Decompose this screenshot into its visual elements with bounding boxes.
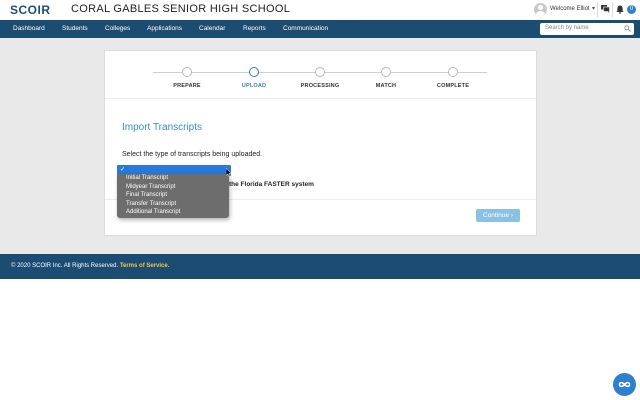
step-dot-match — [381, 67, 391, 77]
step-label-upload: UPLOAD — [241, 83, 267, 89]
chevron-down-icon[interactable]: ▾ — [592, 5, 595, 12]
terms-of-service-link[interactable]: Terms of Service. — [120, 263, 170, 269]
option-transfer-transcript[interactable]: Transfer Transcript — [126, 201, 176, 207]
continue-button[interactable]: Continue › — [476, 209, 520, 222]
nav-item-students[interactable]: Students — [62, 25, 88, 32]
user-avatar-icon[interactable] — [534, 3, 547, 16]
notification-count-badge[interactable]: 0 — [627, 5, 636, 14]
nav-item-reports[interactable]: Reports — [243, 25, 266, 32]
header-divider — [597, 2, 598, 17]
help-chat-button[interactable] — [613, 373, 636, 396]
step-dot-processing — [315, 67, 325, 77]
option-initial-transcript[interactable]: Initial Transcript — [126, 175, 168, 181]
copyright-text: © 2020 SCOIR Inc. All Rights Reserved. — [11, 263, 119, 269]
nav-item-dashboard[interactable]: Dashboard — [13, 25, 45, 32]
nav-item-calendar[interactable]: Calendar — [199, 25, 225, 32]
step-dot-prepare — [182, 67, 192, 77]
messages-icon[interactable] — [601, 5, 610, 13]
florida-faster-option[interactable]: the Florida FASTER system — [229, 181, 314, 188]
search-placeholder: Search by name — [545, 25, 589, 31]
nav-item-colleges[interactable]: Colleges — [105, 25, 130, 32]
footer-text: © 2020 SCOIR Inc. All Rights Reserved. T… — [11, 263, 169, 269]
main-nav: Dashboard Students Colleges Applications… — [0, 20, 640, 38]
page-footer: © 2020 SCOIR Inc. All Rights Reserved. T… — [0, 254, 640, 279]
infinity-icon — [618, 381, 631, 388]
step-label-processing: PROCESSING — [300, 83, 340, 89]
nav-item-applications[interactable]: Applications — [147, 25, 182, 32]
nav-item-communication[interactable]: Communication — [283, 25, 328, 32]
school-name: CORAL GABLES SENIOR HIGH SCHOOL — [71, 3, 291, 15]
step-label-prepare: PREPARE — [173, 83, 201, 89]
option-midyear-transcript[interactable]: Midyear Transcript — [126, 184, 175, 190]
welcome-user-menu[interactable]: Welcome Elliot — [550, 6, 590, 12]
option-final-transcript[interactable]: Final Transcript — [126, 192, 167, 198]
bell-icon[interactable] — [616, 5, 624, 14]
search-icon[interactable] — [624, 25, 631, 32]
check-icon: ✓ — [120, 167, 126, 173]
transcript-type-dropdown[interactable]: Initial Transcript Midyear Transcript Fi… — [117, 174, 229, 218]
top-header: SCOIR CORAL GABLES SENIOR HIGH SCHOOL We… — [0, 0, 640, 20]
header-divider — [612, 2, 613, 17]
step-label-match: MATCH — [375, 83, 397, 89]
stepper-divider — [105, 98, 536, 99]
search-input[interactable]: Search by name — [540, 23, 634, 35]
scoir-logo[interactable]: SCOIR — [10, 3, 51, 17]
step-label-complete: COMPLETE — [436, 83, 470, 89]
page-title: Import Transcripts — [122, 122, 203, 133]
instruction-text: Select the type of transcripts being upl… — [122, 151, 263, 158]
option-additional-transcript[interactable]: Additional Transcript — [126, 209, 180, 215]
mouse-cursor-icon — [226, 168, 232, 177]
step-dot-complete — [448, 67, 458, 77]
step-dot-upload — [249, 67, 259, 77]
